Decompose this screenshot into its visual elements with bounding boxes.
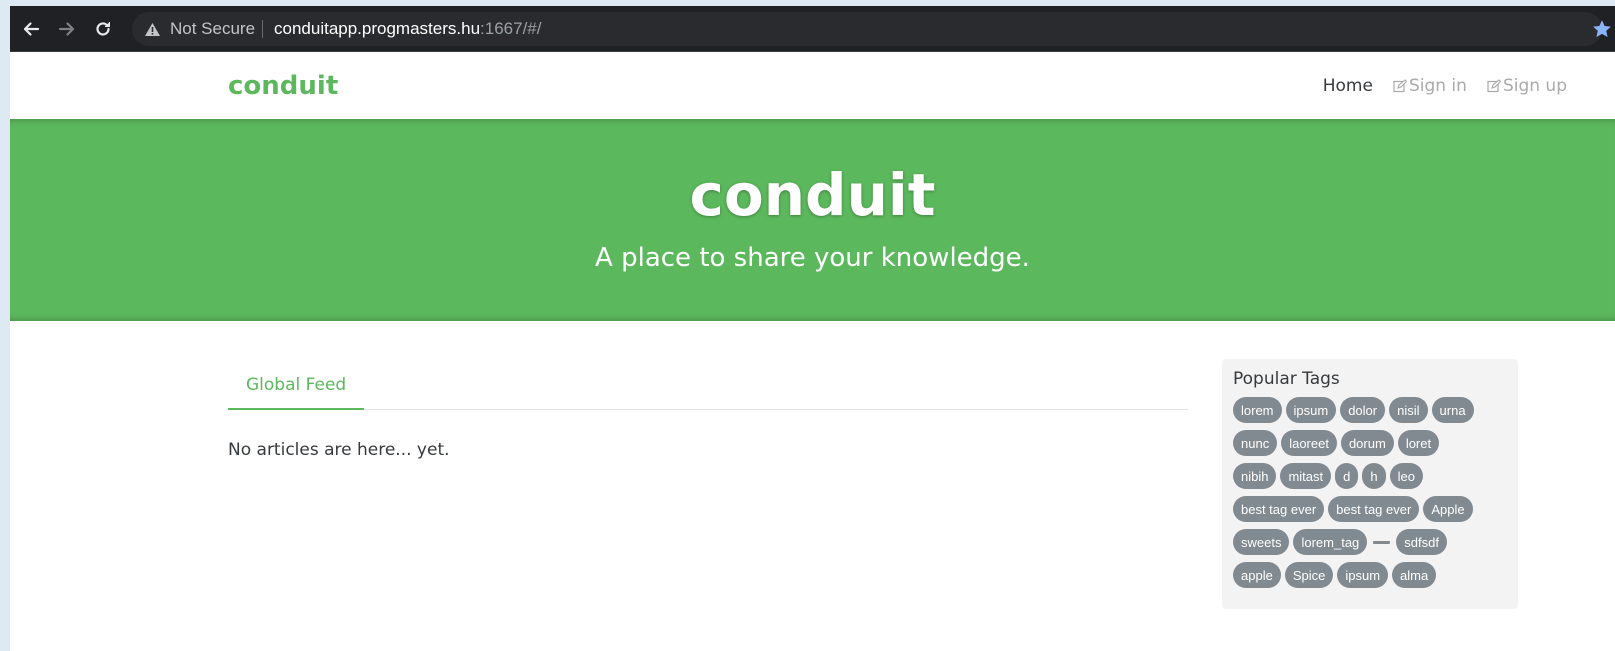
forward-arrow-icon[interactable] <box>50 6 84 52</box>
browser-window: Not Secure conduitapp.progmasters.hu:166… <box>10 6 1615 651</box>
nav-sign-up-link[interactable]: Sign up <box>1487 76 1567 96</box>
omnibox-divider <box>262 20 263 38</box>
tag-pill[interactable]: lorem <box>1233 397 1282 423</box>
tag-pill[interactable]: dolor <box>1340 397 1386 423</box>
edit-icon <box>1487 78 1501 92</box>
warning-icon <box>145 22 160 36</box>
tag-pill[interactable]: lorem_tag <box>1293 529 1368 555</box>
popular-tags-sidebar: Popular Tags lorem ipsum dolor nisil urna nun… <box>1222 359 1518 609</box>
tag-pill[interactable]: loret <box>1397 430 1440 456</box>
tag-pill[interactable]: sweets <box>1233 529 1290 555</box>
star-icon[interactable] <box>1589 16 1615 42</box>
edit-icon <box>1393 78 1407 92</box>
tag-pill-empty[interactable] <box>1373 540 1391 544</box>
tag-pill[interactable]: urna <box>1431 397 1474 423</box>
tag-row: sweets lorem_tag sdfsdf <box>1233 529 1508 555</box>
hero-banner: conduit A place to share your knowledge. <box>10 119 1615 321</box>
site-navbar: conduit Home Sign in Sign up <box>10 52 1615 119</box>
tag-pill[interactable]: nisil <box>1389 397 1428 423</box>
tag-pill[interactable]: leo <box>1389 463 1423 489</box>
url-path: :1667/#/ <box>480 19 542 38</box>
tag-pill[interactable]: laoreet <box>1281 430 1337 456</box>
tag-pill[interactable]: mitast <box>1280 463 1332 489</box>
nav-links: Home Sign in Sign up <box>1303 52 1567 119</box>
tag-row: nibih mitast d h leo <box>1233 463 1508 489</box>
url-text[interactable]: conduitapp.progmasters.hu:1667/#/ <box>274 12 541 46</box>
sidebar-title: Popular Tags <box>1233 369 1340 389</box>
nav-sign-in-link[interactable]: Sign in <box>1393 76 1467 96</box>
feed-tabs: Global Feed <box>228 362 1188 410</box>
tag-list: lorem ipsum dolor nisil urna nunc laoreet dorum… <box>1233 397 1508 588</box>
browser-toolbar: Not Secure conduitapp.progmasters.hu:166… <box>10 6 1615 52</box>
tag-pill[interactable]: h <box>1362 463 1386 489</box>
banner-subtitle: A place to share your knowledge. <box>595 243 1030 273</box>
nav-sign-in-label: Sign in <box>1408 75 1467 96</box>
tag-pill[interactable]: ipsum <box>1337 562 1389 588</box>
tag-pill[interactable]: best tag ever <box>1328 496 1420 522</box>
not-secure-label: Not Secure <box>170 19 256 38</box>
tag-pill[interactable]: Apple <box>1423 496 1473 522</box>
tag-row: apple Spice ipsum alma <box>1233 562 1508 588</box>
address-bar[interactable]: Not Secure conduitapp.progmasters.hu:166… <box>132 12 1602 46</box>
tag-pill[interactable]: d <box>1335 463 1359 489</box>
nav-home-label: Home <box>1322 75 1373 96</box>
tag-pill[interactable]: sdfsdf <box>1396 529 1447 555</box>
tag-pill[interactable]: Spice <box>1284 562 1334 588</box>
tag-pill[interactable]: alma <box>1392 562 1437 588</box>
tag-pill[interactable]: ipsum <box>1285 397 1337 423</box>
tag-pill[interactable]: dorum <box>1340 430 1394 456</box>
tag-row: nunc laoreet dorum loret <box>1233 430 1508 456</box>
nav-sign-up-label: Sign up <box>1502 75 1567 96</box>
brand-logo[interactable]: conduit <box>228 52 338 119</box>
url-host: conduitapp.progmasters.hu <box>274 19 481 38</box>
tag-pill[interactable]: best tag ever <box>1233 496 1325 522</box>
tab-global-feed[interactable]: Global Feed <box>228 362 365 410</box>
back-arrow-icon[interactable] <box>14 6 48 52</box>
reload-icon[interactable] <box>86 6 120 52</box>
nav-home-link[interactable]: Home <box>1323 76 1373 96</box>
empty-feed-message: No articles are here... yet. <box>228 440 450 460</box>
tag-row: lorem ipsum dolor nisil urna <box>1233 397 1508 423</box>
banner-title: conduit <box>689 161 936 229</box>
tag-pill[interactable]: apple <box>1233 562 1281 588</box>
tag-pill[interactable]: nibih <box>1233 463 1277 489</box>
tag-row: best tag ever best tag ever Apple <box>1233 496 1508 522</box>
security-indicator[interactable]: Not Secure <box>144 12 255 46</box>
tag-pill[interactable]: nunc <box>1233 430 1278 456</box>
